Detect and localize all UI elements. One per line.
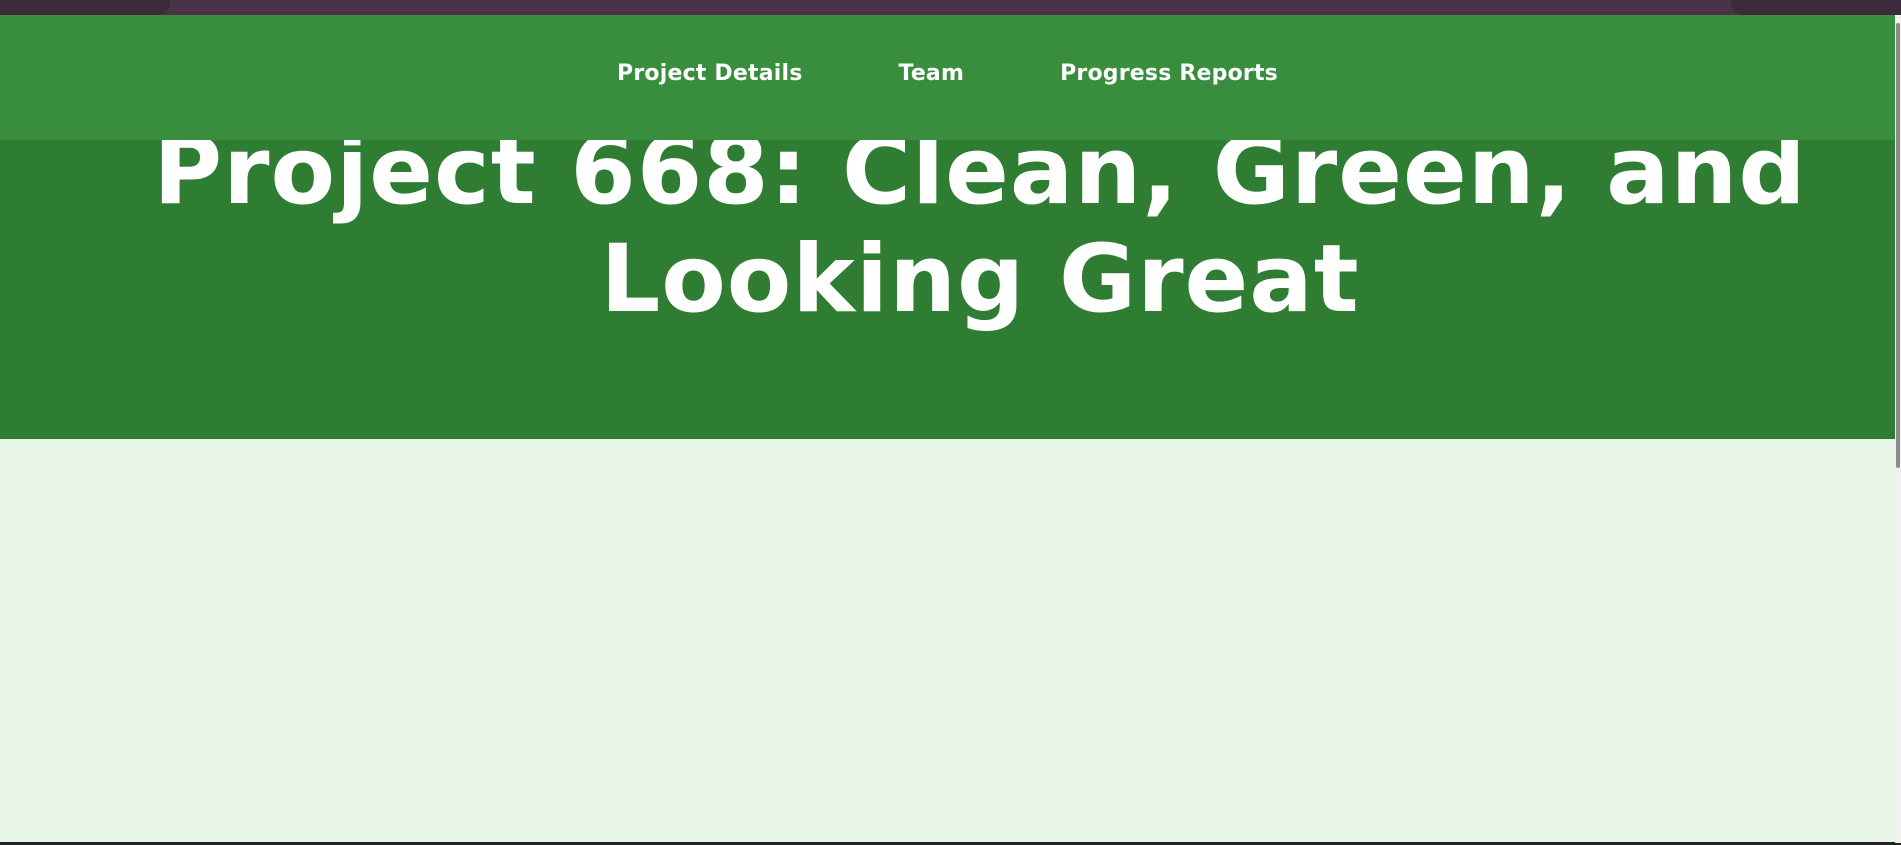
browser-chrome-right xyxy=(1731,0,1901,15)
nav-link-progress-reports[interactable]: Progress Reports xyxy=(1060,61,1278,86)
browser-window: Project Details Team Progress Reports Pr… xyxy=(0,0,1901,845)
scrollbar-thumb[interactable] xyxy=(1896,23,1900,468)
nav-link-project-details[interactable]: Project Details xyxy=(617,61,803,86)
page-title: Project 668: Clean, Green, and Looking G… xyxy=(153,117,1807,334)
main-navbar: Project Details Team Progress Reports xyxy=(0,15,1895,140)
vertical-scrollbar[interactable] xyxy=(1895,15,1901,843)
nav-link-team[interactable]: Team xyxy=(899,61,965,86)
browser-chrome-strip xyxy=(0,0,1901,15)
main-content xyxy=(0,439,1895,843)
browser-chrome-left xyxy=(0,0,170,15)
